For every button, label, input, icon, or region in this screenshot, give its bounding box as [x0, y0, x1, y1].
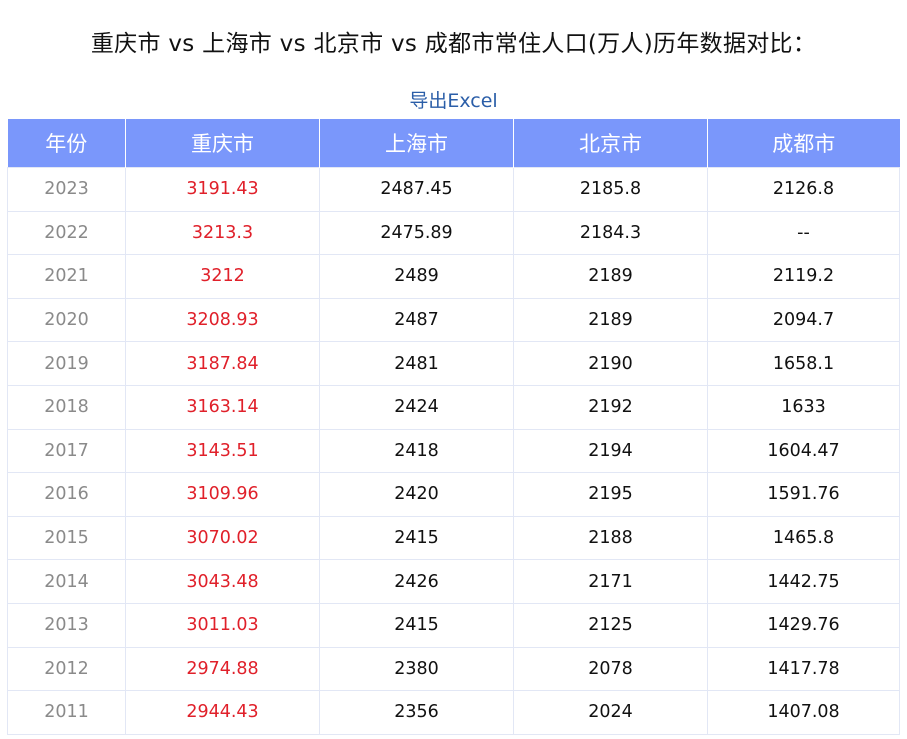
cell-shanghai: 2475.89 [319, 210, 514, 256]
table-row: 2019 3187.84 2481 2190 1658.1 [7, 341, 900, 386]
cell-chongqing: 3163.14 [125, 384, 320, 430]
cell-beijing: 2125 [513, 602, 708, 648]
cell-chongqing: 2944.43 [125, 690, 320, 735]
table-header-row: 年份 重庆市 上海市 北京市 成都市 [7, 119, 900, 168]
cell-chengdu: 1429.76 [707, 602, 900, 648]
cell-shanghai: 2487 [319, 297, 514, 343]
cell-beijing: 2189 [513, 254, 708, 299]
cell-year: 2022 [7, 210, 126, 256]
cell-chengdu: 1658.1 [707, 341, 900, 386]
header-chengdu: 成都市 [707, 119, 900, 168]
table-row: 2013 3011.03 2415 2125 1429.76 [7, 602, 900, 648]
cell-year: 2020 [7, 297, 126, 343]
table-row: 2022 3213.3 2475.89 2184.3 -- [7, 210, 900, 256]
cell-year: 2016 [7, 472, 126, 517]
cell-chengdu: 1465.8 [707, 515, 900, 561]
cell-chongqing: 3208.93 [125, 297, 320, 343]
cell-chengdu: 1591.76 [707, 472, 900, 517]
header-beijing: 北京市 [513, 119, 708, 168]
header-shanghai: 上海市 [319, 119, 514, 168]
cell-year: 2021 [7, 254, 126, 299]
table-row: 2018 3163.14 2424 2192 1633 [7, 384, 900, 430]
cell-shanghai: 2481 [319, 341, 514, 386]
table-row: 2014 3043.48 2426 2171 1442.75 [7, 559, 900, 604]
table-row: 2023 3191.43 2487.45 2185.8 2126.8 [7, 167, 900, 212]
header-chongqing: 重庆市 [125, 119, 320, 168]
cell-shanghai: 2489 [319, 254, 514, 299]
cell-beijing: 2189 [513, 297, 708, 343]
cell-chongqing: 3109.96 [125, 472, 320, 517]
population-table-container: 年份 重庆市 上海市 北京市 成都市 2023 3191.43 2487.45 … [7, 119, 900, 735]
cell-shanghai: 2356 [319, 690, 514, 735]
cell-beijing: 2192 [513, 384, 708, 430]
cell-chengdu: 2119.2 [707, 254, 900, 299]
cell-chengdu: 2094.7 [707, 297, 900, 343]
cell-shanghai: 2487.45 [319, 167, 514, 212]
cell-chengdu: -- [707, 210, 900, 256]
cell-chongqing: 3043.48 [125, 559, 320, 604]
cell-beijing: 2185.8 [513, 167, 708, 212]
table-body: 2023 3191.43 2487.45 2185.8 2126.8 2022 … [7, 167, 900, 735]
cell-year: 2023 [7, 167, 126, 212]
cell-shanghai: 2418 [319, 428, 514, 474]
cell-chengdu: 1442.75 [707, 559, 900, 604]
table-header: 年份 重庆市 上海市 北京市 成都市 [7, 119, 900, 168]
page: 重庆市 vs 上海市 vs 北京市 vs 成都市常住人口(万人)历年数据对比： … [0, 0, 907, 739]
cell-year: 2014 [7, 559, 126, 604]
cell-chengdu: 1417.78 [707, 646, 900, 692]
cell-shanghai: 2426 [319, 559, 514, 604]
cell-year: 2015 [7, 515, 126, 561]
table-row: 2017 3143.51 2418 2194 1604.47 [7, 428, 900, 474]
cell-year: 2018 [7, 384, 126, 430]
cell-shanghai: 2415 [319, 602, 514, 648]
cell-chengdu: 1604.47 [707, 428, 900, 474]
cell-year: 2017 [7, 428, 126, 474]
cell-shanghai: 2420 [319, 472, 514, 517]
cell-shanghai: 2424 [319, 384, 514, 430]
cell-beijing: 2188 [513, 515, 708, 561]
cell-year: 2011 [7, 690, 126, 735]
cell-beijing: 2195 [513, 472, 708, 517]
cell-beijing: 2078 [513, 646, 708, 692]
cell-beijing: 2171 [513, 559, 708, 604]
cell-chongqing: 3070.02 [125, 515, 320, 561]
cell-chongqing: 3143.51 [125, 428, 320, 474]
header-year: 年份 [7, 119, 126, 168]
cell-chongqing: 3187.84 [125, 341, 320, 386]
table-row: 2021 3212 2489 2189 2119.2 [7, 254, 900, 299]
table-row: 2015 3070.02 2415 2188 1465.8 [7, 515, 900, 561]
table-row: 2012 2974.88 2380 2078 1417.78 [7, 646, 900, 692]
cell-chongqing: 3213.3 [125, 210, 320, 256]
cell-beijing: 2184.3 [513, 210, 708, 256]
page-title: 重庆市 vs 上海市 vs 北京市 vs 成都市常住人口(万人)历年数据对比： [90, 31, 817, 57]
population-table: 年份 重庆市 上海市 北京市 成都市 2023 3191.43 2487.45 … [7, 119, 900, 735]
table-row: 2011 2944.43 2356 2024 1407.08 [7, 690, 900, 735]
cell-year: 2019 [7, 341, 126, 386]
cell-chengdu: 1633 [707, 384, 900, 430]
table-row: 2020 3208.93 2487 2189 2094.7 [7, 297, 900, 343]
cell-chengdu: 2126.8 [707, 167, 900, 212]
cell-beijing: 2190 [513, 341, 708, 386]
cell-shanghai: 2415 [319, 515, 514, 561]
export-excel-link[interactable]: 导出Excel [0, 86, 907, 113]
cell-year: 2013 [7, 602, 126, 648]
cell-chongqing: 3011.03 [125, 602, 320, 648]
cell-beijing: 2024 [513, 690, 708, 735]
cell-shanghai: 2380 [319, 646, 514, 692]
cell-chongqing: 3191.43 [125, 167, 320, 212]
cell-chongqing: 2974.88 [125, 646, 320, 692]
cell-chongqing: 3212 [125, 254, 320, 299]
cell-beijing: 2194 [513, 428, 708, 474]
table-row: 2016 3109.96 2420 2195 1591.76 [7, 472, 900, 517]
cell-chengdu: 1407.08 [707, 690, 900, 735]
cell-year: 2012 [7, 646, 126, 692]
